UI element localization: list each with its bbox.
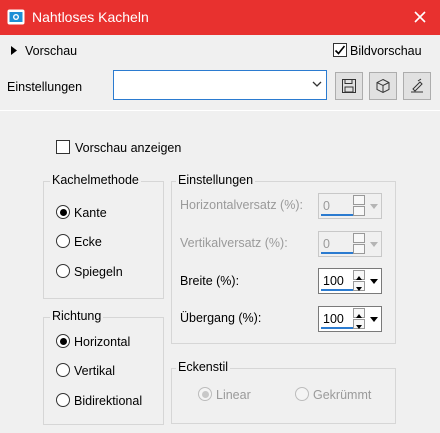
breite-spinner[interactable]: 100: [318, 268, 382, 294]
dropdown-arrow-icon[interactable]: [368, 270, 380, 292]
vertikalversatz-value: 0: [323, 237, 330, 251]
reset-button[interactable]: [369, 72, 397, 100]
einstellungen-title: Einstellungen: [176, 173, 256, 187]
field-underline: [321, 289, 353, 291]
panel-divider: [0, 110, 440, 111]
radio-linear-label: Linear: [216, 388, 251, 402]
spin-arrows[interactable]: [353, 308, 367, 330]
radio-bidirektional-label: Bidirektional: [74, 394, 143, 408]
edit-preset-button[interactable]: [403, 72, 431, 100]
radio-spiegeln-label: Spiegeln: [74, 265, 123, 279]
uebergang-label: Übergang (%):: [180, 311, 262, 325]
radio-ecke[interactable]: [56, 234, 70, 248]
horizontalversatz-label: Horizontalversatz (%):: [180, 198, 303, 212]
title-bar: Nahtloses Kacheln: [0, 0, 440, 35]
save-icon: [342, 79, 356, 93]
close-icon[interactable]: [410, 7, 430, 27]
richtung-title: Richtung: [50, 309, 104, 323]
chevron-down-icon: [312, 81, 322, 87]
radio-ecke-label: Ecke: [74, 235, 102, 249]
breite-value: 100: [323, 274, 344, 288]
radio-horizontal[interactable]: [56, 334, 70, 348]
bildvorschau-label: Bildvorschau: [350, 44, 422, 58]
radio-vertikal-label: Vertikal: [74, 364, 115, 378]
preview-toggle[interactable]: Vorschau: [25, 44, 77, 58]
radio-kante[interactable]: [56, 205, 70, 219]
eckenstil-title: Eckenstil: [176, 360, 231, 374]
uebergang-spinner[interactable]: 100: [318, 306, 382, 332]
radio-horizontal-label: Horizontal: [74, 335, 131, 349]
settings-label: Einstellungen: [7, 80, 83, 94]
uebergang-value: 100: [323, 312, 344, 326]
field-underline: [321, 214, 353, 216]
dropdown-arrow-icon[interactable]: [368, 308, 380, 330]
horizontalversatz-spinner[interactable]: 0: [318, 193, 382, 219]
radio-kante-label: Kante: [74, 206, 107, 220]
radio-linear[interactable]: [198, 387, 212, 401]
show-preview-checkbox[interactable]: [56, 140, 70, 154]
vertikalversatz-label: Vertikalversatz (%):: [180, 236, 288, 250]
save-preset-button[interactable]: [335, 72, 363, 100]
radio-spiegeln[interactable]: [56, 264, 70, 278]
kachelmethode-title: Kachelmethode: [50, 173, 141, 187]
edit-icon: [411, 78, 423, 93]
dropdown-arrow-icon[interactable]: [368, 233, 380, 255]
expand-arrow-icon[interactable]: [11, 46, 17, 55]
radio-vertikal[interactable]: [56, 363, 70, 377]
breite-label: Breite (%):: [180, 274, 240, 288]
spin-arrows[interactable]: [353, 195, 367, 217]
show-preview-label: Vorschau anzeigen: [75, 141, 182, 155]
horizontalversatz-value: 0: [323, 199, 330, 213]
spin-arrows[interactable]: [353, 270, 367, 292]
window-title: Nahtloses Kacheln: [32, 9, 149, 25]
dropdown-arrow-icon[interactable]: [368, 195, 380, 217]
bildvorschau-checkbox[interactable]: [333, 43, 347, 57]
spin-arrows[interactable]: [353, 233, 367, 255]
field-underline: [321, 252, 353, 254]
radio-bidirektional[interactable]: [56, 393, 70, 407]
field-underline: [321, 327, 353, 329]
cube-icon: [376, 78, 390, 94]
settings-dropdown[interactable]: [113, 70, 327, 100]
radio-gekruemmt[interactable]: [295, 387, 309, 401]
app-icon: [7, 9, 25, 25]
vertikalversatz-spinner[interactable]: 0: [318, 231, 382, 257]
radio-gekruemmt-label: Gekrümmt: [313, 388, 372, 402]
checkmark-icon: [334, 45, 346, 55]
